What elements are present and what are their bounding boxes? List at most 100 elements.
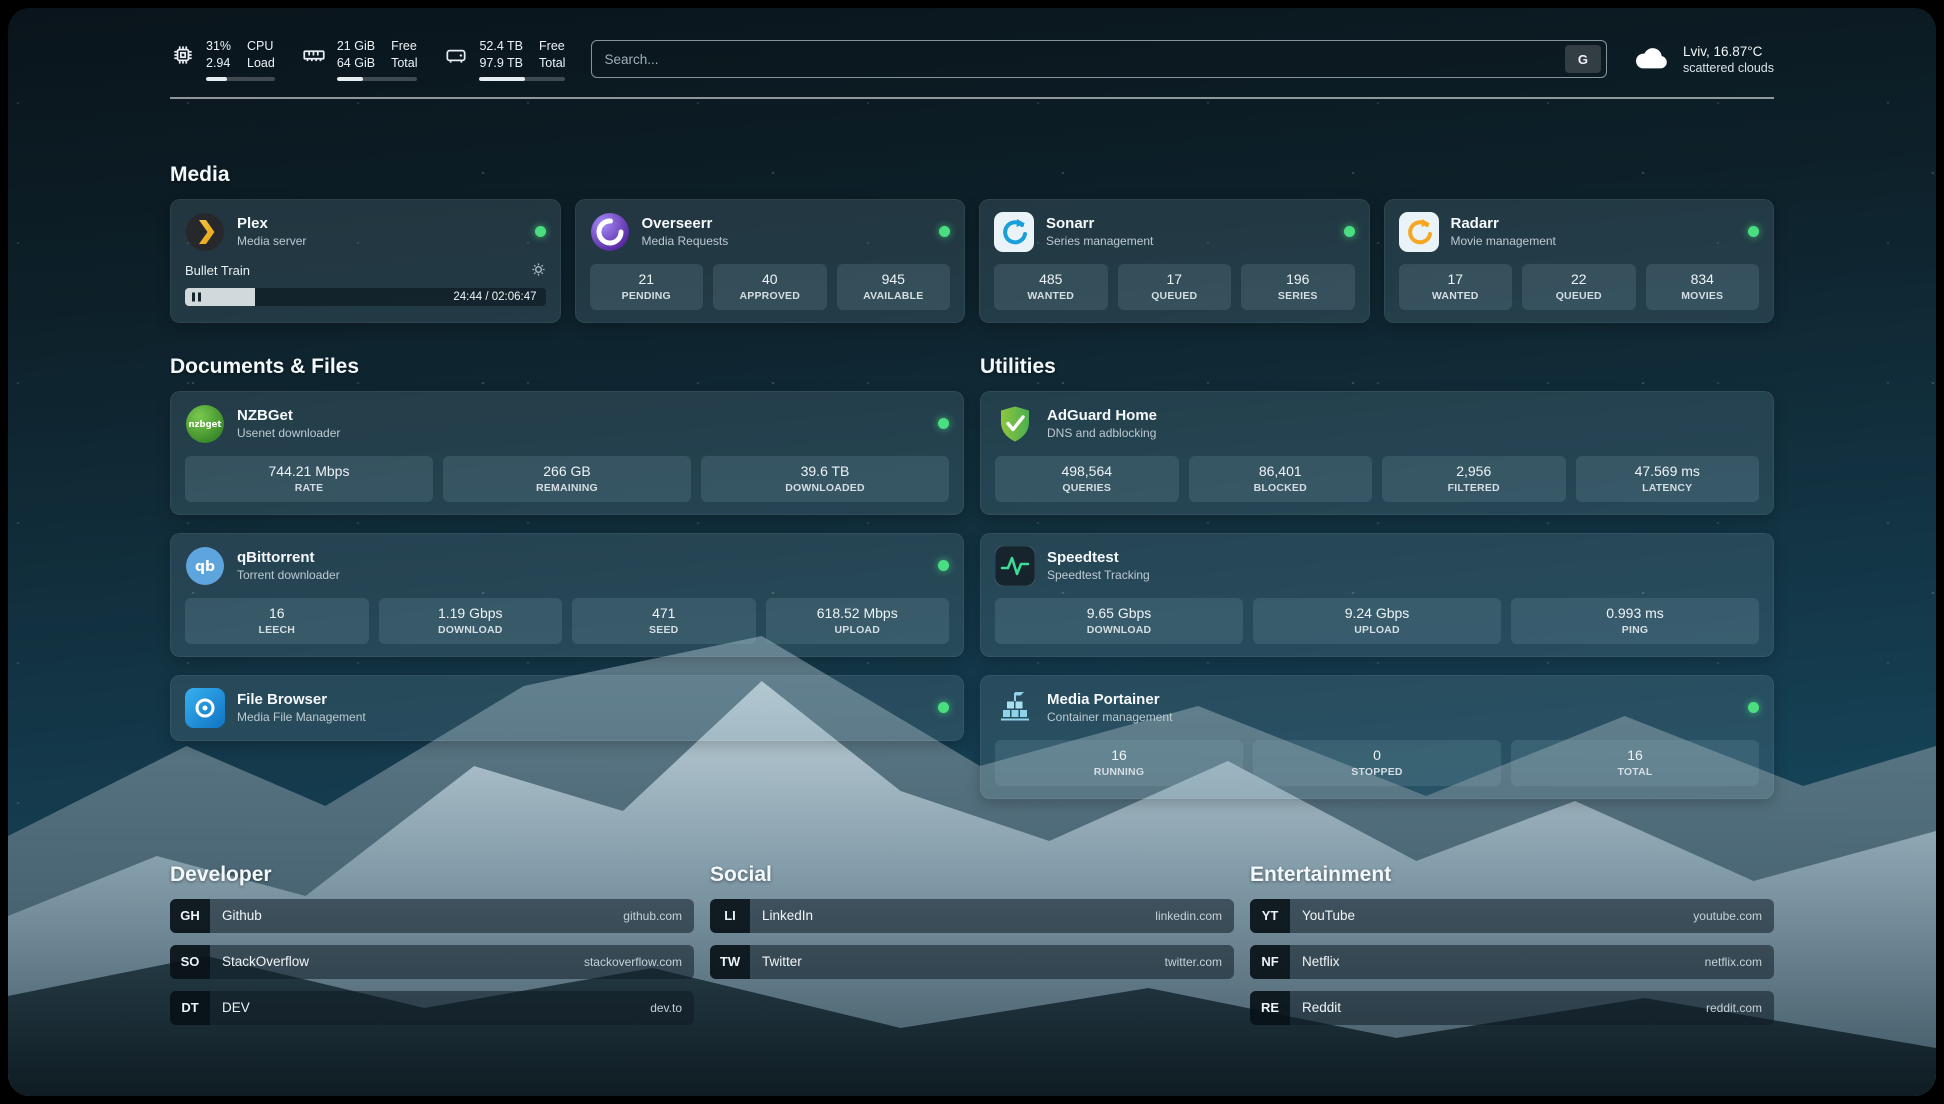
stat-remaining: 266 GBREMAINING bbox=[443, 456, 691, 502]
speedtest-icon bbox=[995, 546, 1035, 586]
stat-queries: 498,564QUERIES bbox=[995, 456, 1179, 502]
bookmark-name: Twitter bbox=[762, 954, 802, 969]
disk-widget: 52.4 TB97.9 TB FreeTotal bbox=[443, 38, 565, 81]
section-title-social: Social bbox=[710, 863, 1234, 887]
service-description: Movie management bbox=[1451, 234, 1556, 248]
service-card-plex[interactable]: Plex Media server Bullet Train 24:44 / 0… bbox=[170, 199, 561, 323]
stat-pending: 21PENDING bbox=[590, 264, 704, 310]
service-card-qbittorrent[interactable]: qb qBittorrent Torrent downloader 16LEEC… bbox=[170, 533, 964, 657]
service-description: Speedtest Tracking bbox=[1047, 568, 1150, 582]
stat-wanted: 17WANTED bbox=[1399, 264, 1513, 310]
bookmark-github[interactable]: GH Github github.com bbox=[170, 899, 694, 933]
disk-values: 52.4 TB97.9 TB bbox=[479, 38, 523, 72]
stat-wanted: 485WANTED bbox=[994, 264, 1108, 310]
bookmark-url: twitter.com bbox=[1165, 955, 1222, 969]
overseerr-icon bbox=[590, 212, 630, 252]
service-description: Series management bbox=[1046, 234, 1153, 248]
ram-icon bbox=[301, 38, 327, 73]
bookmark-youtube[interactable]: YT YouTube youtube.com bbox=[1250, 899, 1774, 933]
portainer-icon bbox=[995, 688, 1035, 728]
search-input[interactable] bbox=[604, 52, 1565, 67]
qbittorrent-icon: qb bbox=[185, 546, 225, 586]
weather-widget: Lviv, 16.87°C scattered clouds bbox=[1633, 42, 1774, 77]
bookmark-twitter[interactable]: TW Twitter twitter.com bbox=[710, 945, 1234, 979]
stat-queued: 22QUEUED bbox=[1522, 264, 1636, 310]
bookmark-name: LinkedIn bbox=[762, 908, 813, 923]
service-card-filebrowser[interactable]: File Browser Media File Management bbox=[170, 675, 964, 741]
bookmark-abbr: DT bbox=[170, 991, 210, 1025]
status-dot bbox=[938, 418, 949, 429]
stat-seed: 471SEED bbox=[572, 598, 756, 644]
gear-icon[interactable] bbox=[531, 262, 546, 280]
stat-movies: 834MOVIES bbox=[1646, 264, 1760, 310]
service-description: Media server bbox=[237, 234, 306, 248]
bookmark-abbr: RE bbox=[1250, 991, 1290, 1025]
weather-condition: scattered clouds bbox=[1683, 61, 1774, 75]
status-dot bbox=[1748, 702, 1759, 713]
bookmarks-entertainment: Entertainment YT YouTube youtube.com NF … bbox=[1250, 863, 1774, 1037]
bookmark-abbr: GH bbox=[170, 899, 210, 933]
svg-text:qb: qb bbox=[195, 559, 215, 575]
bookmark-linkedin[interactable]: LI LinkedIn linkedin.com bbox=[710, 899, 1234, 933]
service-description: Media File Management bbox=[237, 710, 366, 724]
stat-available: 945AVAILABLE bbox=[837, 264, 951, 310]
stat-running: 16RUNNING bbox=[995, 740, 1243, 786]
bookmark-stackoverflow[interactable]: SO StackOverflow stackoverflow.com bbox=[170, 945, 694, 979]
disk-labels: FreeTotal bbox=[539, 38, 565, 72]
bookmark-dev[interactable]: DT DEV dev.to bbox=[170, 991, 694, 1025]
bookmarks-social: Social LI LinkedIn linkedin.com TW Twitt… bbox=[710, 863, 1234, 1037]
bookmark-name: Github bbox=[222, 908, 262, 923]
service-name: Plex bbox=[237, 215, 306, 232]
service-card-sonarr[interactable]: Sonarr Series management 485WANTED 17QUE… bbox=[979, 199, 1370, 323]
bookmark-url: dev.to bbox=[650, 1001, 682, 1015]
stat-latency: 47.569 msLATENCY bbox=[1576, 456, 1760, 502]
topbar-divider bbox=[170, 97, 1774, 99]
bookmark-url: reddit.com bbox=[1706, 1001, 1762, 1015]
disk-progress-bar bbox=[479, 77, 565, 81]
bookmarks-developer: Developer GH Github github.com SO StackO… bbox=[170, 863, 694, 1037]
service-card-nzbget[interactable]: nzbget NZBGet Usenet downloader 744.21 M… bbox=[170, 391, 964, 515]
bookmark-abbr: SO bbox=[170, 945, 210, 979]
service-card-adguard[interactable]: AdGuard Home DNS and adblocking 498,564Q… bbox=[980, 391, 1774, 515]
cpu-icon bbox=[170, 38, 196, 73]
status-dot bbox=[1748, 226, 1759, 237]
ram-progress-bar bbox=[337, 77, 418, 81]
search-provider-button[interactable]: G bbox=[1565, 45, 1601, 73]
dashboard-window: 31%2.94 CPULoad bbox=[8, 8, 1936, 1096]
bookmark-name: Netflix bbox=[1302, 954, 1340, 969]
section-title-media: Media bbox=[170, 163, 1774, 187]
svg-text:nzbget: nzbget bbox=[189, 420, 222, 430]
bookmark-netflix[interactable]: NF Netflix netflix.com bbox=[1250, 945, 1774, 979]
bookmark-url: github.com bbox=[623, 909, 682, 923]
service-name: Radarr bbox=[1451, 215, 1556, 232]
stat-filtered: 2,956FILTERED bbox=[1382, 456, 1566, 502]
service-name: Overseerr bbox=[642, 215, 729, 232]
bookmark-reddit[interactable]: RE Reddit reddit.com bbox=[1250, 991, 1774, 1025]
status-dot bbox=[939, 226, 950, 237]
bookmark-url: stackoverflow.com bbox=[584, 955, 682, 969]
bookmark-abbr: NF bbox=[1250, 945, 1290, 979]
radarr-icon bbox=[1399, 212, 1439, 252]
service-card-radarr[interactable]: Radarr Movie management 17WANTED 22QUEUE… bbox=[1384, 199, 1775, 323]
cpu-widget: 31%2.94 CPULoad bbox=[170, 38, 275, 81]
status-dot bbox=[1344, 226, 1355, 237]
status-dot bbox=[938, 560, 949, 571]
playback-time: 24:44 / 02:06:47 bbox=[453, 291, 536, 303]
search-bar: G bbox=[591, 40, 1607, 78]
disk-icon bbox=[443, 38, 469, 73]
pause-icon[interactable] bbox=[192, 292, 201, 301]
service-name: Sonarr bbox=[1046, 215, 1153, 232]
stat-blocked: 86,401BLOCKED bbox=[1189, 456, 1373, 502]
service-card-overseerr[interactable]: Overseerr Media Requests 21PENDING 40APP… bbox=[575, 199, 966, 323]
service-card-portainer[interactable]: Media Portainer Container management 16R… bbox=[980, 675, 1774, 799]
now-playing-title: Bullet Train bbox=[185, 263, 250, 278]
stat-ping: 0.993 msPING bbox=[1511, 598, 1759, 644]
service-card-speedtest[interactable]: Speedtest Speedtest Tracking 9.65 GbpsDO… bbox=[980, 533, 1774, 657]
service-description: Usenet downloader bbox=[237, 426, 340, 440]
playback-progress-bar[interactable]: 24:44 / 02:06:47 bbox=[185, 288, 546, 306]
documents-column: Documents & Files nzbget NZBGet bbox=[170, 355, 964, 817]
topbar: 31%2.94 CPULoad bbox=[170, 8, 1774, 81]
cpu-values: 31%2.94 bbox=[206, 38, 231, 72]
utilities-column: Utilities AdGuard Home bbox=[980, 355, 1774, 817]
service-name: Media Portainer bbox=[1047, 691, 1172, 708]
